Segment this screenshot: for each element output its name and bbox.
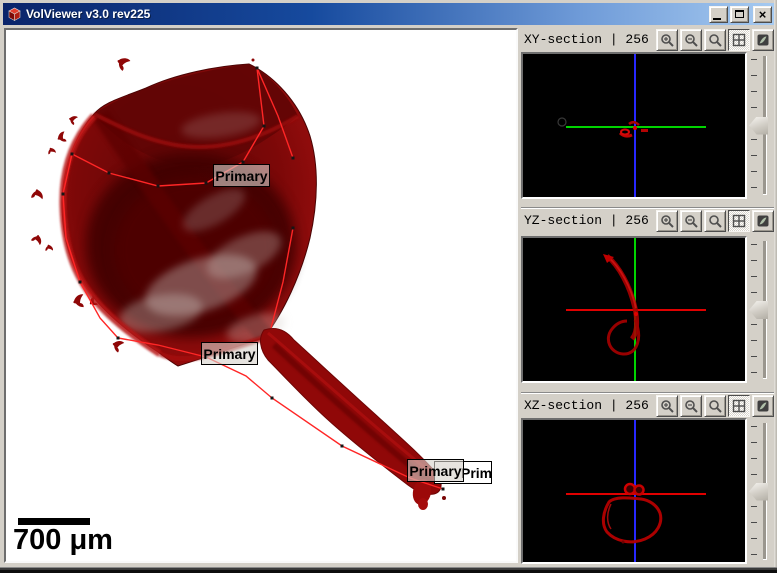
zoom-out-icon — [684, 214, 698, 228]
zoom-in-button[interactable] — [656, 210, 678, 232]
zoom-in-button[interactable] — [656, 395, 678, 417]
zoom-fit-icon — [708, 399, 722, 413]
zoom-out-icon — [684, 399, 698, 413]
minimize-icon — [713, 18, 721, 20]
window-title: VolViewer v3.0 rev225 — [26, 7, 707, 21]
petal-blade — [62, 64, 316, 366]
volviewer-window: VolViewer v3.0 rev225 × — [0, 0, 777, 573]
xz-section-title: XZ-section | 256 — [521, 398, 654, 413]
crosshair-toggle-button[interactable] — [728, 29, 750, 51]
petal-stem — [261, 328, 446, 510]
zoom-out-button[interactable] — [680, 210, 702, 232]
window-bottom-border — [0, 567, 777, 573]
zoom-out-icon — [684, 33, 698, 47]
zoom-fit-button[interactable] — [704, 395, 726, 417]
grid-icon — [732, 33, 746, 47]
annotation-label-primary-2: Primary — [201, 342, 258, 365]
invert-toggle-button[interactable] — [752, 29, 774, 51]
grid-icon — [732, 399, 746, 413]
yz-section-title: YZ-section | 256 — [521, 213, 654, 228]
zoom-fit-button[interactable] — [704, 210, 726, 232]
zoom-in-button[interactable] — [656, 29, 678, 51]
invert-icon — [756, 214, 770, 228]
zoom-out-button[interactable] — [680, 29, 702, 51]
zoom-in-icon — [660, 33, 674, 47]
yz-section-header: YZ-section | 256 — [521, 207, 774, 233]
grid-icon — [732, 214, 746, 228]
xy-section-header: XY-section | 256 — [521, 27, 774, 52]
yz-slice-data — [603, 254, 639, 354]
maximize-button[interactable] — [730, 6, 749, 23]
xz-section-viewport[interactable] — [521, 418, 747, 564]
xy-slice-slider[interactable] — [748, 54, 772, 197]
xz-slice-slider[interactable] — [748, 421, 772, 562]
invert-toggle-button[interactable] — [752, 210, 774, 232]
invert-toggle-button[interactable] — [752, 395, 774, 417]
yz-slice-slider[interactable] — [748, 239, 772, 381]
scale-bar-label: 700 μm — [13, 524, 113, 557]
maximize-icon — [735, 10, 744, 18]
crosshair-toggle-button[interactable] — [728, 210, 750, 232]
annotation-label-primary-1: Primary — [213, 164, 270, 187]
minimize-button[interactable] — [709, 6, 728, 23]
xy-section-title: XY-section | 256 — [521, 32, 654, 47]
zoom-in-icon — [660, 214, 674, 228]
zoom-fit-icon — [708, 33, 722, 47]
xz-slice-data — [603, 484, 660, 544]
xz-section-canvas — [523, 420, 745, 562]
invert-icon — [756, 399, 770, 413]
yz-section-viewport[interactable] — [521, 236, 747, 383]
zoom-fit-button[interactable] — [704, 29, 726, 51]
yz-section-canvas — [523, 238, 745, 381]
zoom-in-icon — [660, 399, 674, 413]
zoom-out-button[interactable] — [680, 395, 702, 417]
xy-section-viewport[interactable] — [521, 52, 747, 199]
app-icon — [7, 7, 22, 22]
zoom-fit-icon — [708, 214, 722, 228]
xz-section-header: XZ-section | 256 — [521, 392, 774, 418]
volume-render-view[interactable]: Primary Primary Primary Primary 700 μm — [4, 28, 518, 563]
annotation-label-primary-3: Primary — [407, 459, 464, 482]
close-icon: × — [759, 9, 767, 20]
title-bar[interactable]: VolViewer v3.0 rev225 × — [3, 3, 774, 25]
xy-section-canvas — [523, 54, 745, 197]
crosshair-toggle-button[interactable] — [728, 395, 750, 417]
invert-icon — [756, 33, 770, 47]
close-button[interactable]: × — [753, 6, 772, 23]
